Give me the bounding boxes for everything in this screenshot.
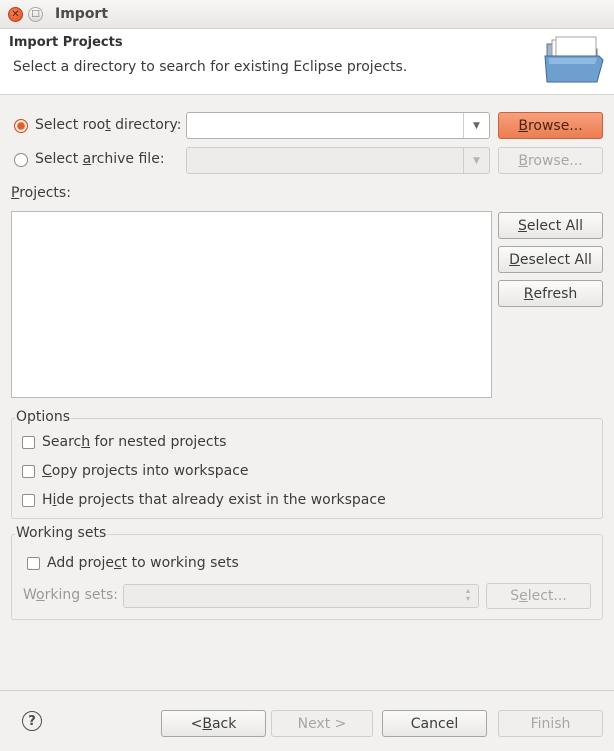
options-title: Options <box>15 409 72 425</box>
add-to-working-sets-label[interactable]: Add project to working sets <box>47 555 239 571</box>
working-sets-combo[interactable]: ▴ ▾ <box>123 584 479 608</box>
select-working-sets-button[interactable]: Se lect... <box>486 583 591 609</box>
working-sets-label: Working sets: <box>23 587 118 603</box>
root-directory-radio[interactable] <box>14 119 28 133</box>
projects-label: Projects: <box>11 185 71 201</box>
footer-separator <box>0 690 614 691</box>
banner-description: Select a directory to search for existin… <box>13 59 408 75</box>
close-icon[interactable]: ✕ <box>8 7 23 22</box>
working-sets-title: Working sets <box>15 525 108 541</box>
spinner-arrows-icon[interactable]: ▴ ▾ <box>466 587 470 603</box>
nested-projects-checkbox[interactable] <box>22 436 35 449</box>
root-directory-label[interactable]: Select root directory: <box>35 117 182 133</box>
maximize-icon[interactable]: □ <box>28 7 43 22</box>
cancel-button[interactable]: Cancel <box>382 710 487 737</box>
browse-archive-button[interactable]: Browse... <box>498 147 603 174</box>
deselect-all-button[interactable]: Deselect All <box>498 246 603 273</box>
window-title: Import <box>55 6 109 22</box>
browse-root-button[interactable]: Browse... <box>498 112 603 139</box>
archive-file-label[interactable]: Select archive file: <box>35 151 165 167</box>
archive-file-radio[interactable] <box>14 153 28 167</box>
add-to-working-sets-checkbox[interactable] <box>27 557 40 570</box>
nested-projects-label[interactable]: Search for nested projects <box>42 434 226 450</box>
root-directory-combo[interactable]: ▼ <box>186 112 490 139</box>
hide-existing-checkbox[interactable] <box>22 494 35 507</box>
help-icon[interactable]: ? <box>22 711 42 731</box>
back-button[interactable]: < Back <box>161 710 266 737</box>
archive-file-combo[interactable]: ▼ <box>186 147 490 174</box>
hide-existing-label[interactable]: Hide projects that already exist in the … <box>42 492 386 508</box>
next-button[interactable]: Next > <box>271 710 373 737</box>
select-all-button[interactable]: Select All <box>498 212 603 239</box>
chevron-down-icon[interactable]: ▼ <box>463 148 489 173</box>
copy-projects-checkbox[interactable] <box>22 465 35 478</box>
banner-title: Import Projects <box>9 35 123 50</box>
projects-list[interactable] <box>11 211 492 398</box>
folder-icon <box>544 36 604 83</box>
finish-button[interactable]: Finish <box>498 710 603 737</box>
chevron-down-icon[interactable]: ▼ <box>463 113 489 138</box>
refresh-button[interactable]: Refresh <box>498 280 603 307</box>
copy-projects-label[interactable]: Copy projects into workspace <box>42 463 249 479</box>
